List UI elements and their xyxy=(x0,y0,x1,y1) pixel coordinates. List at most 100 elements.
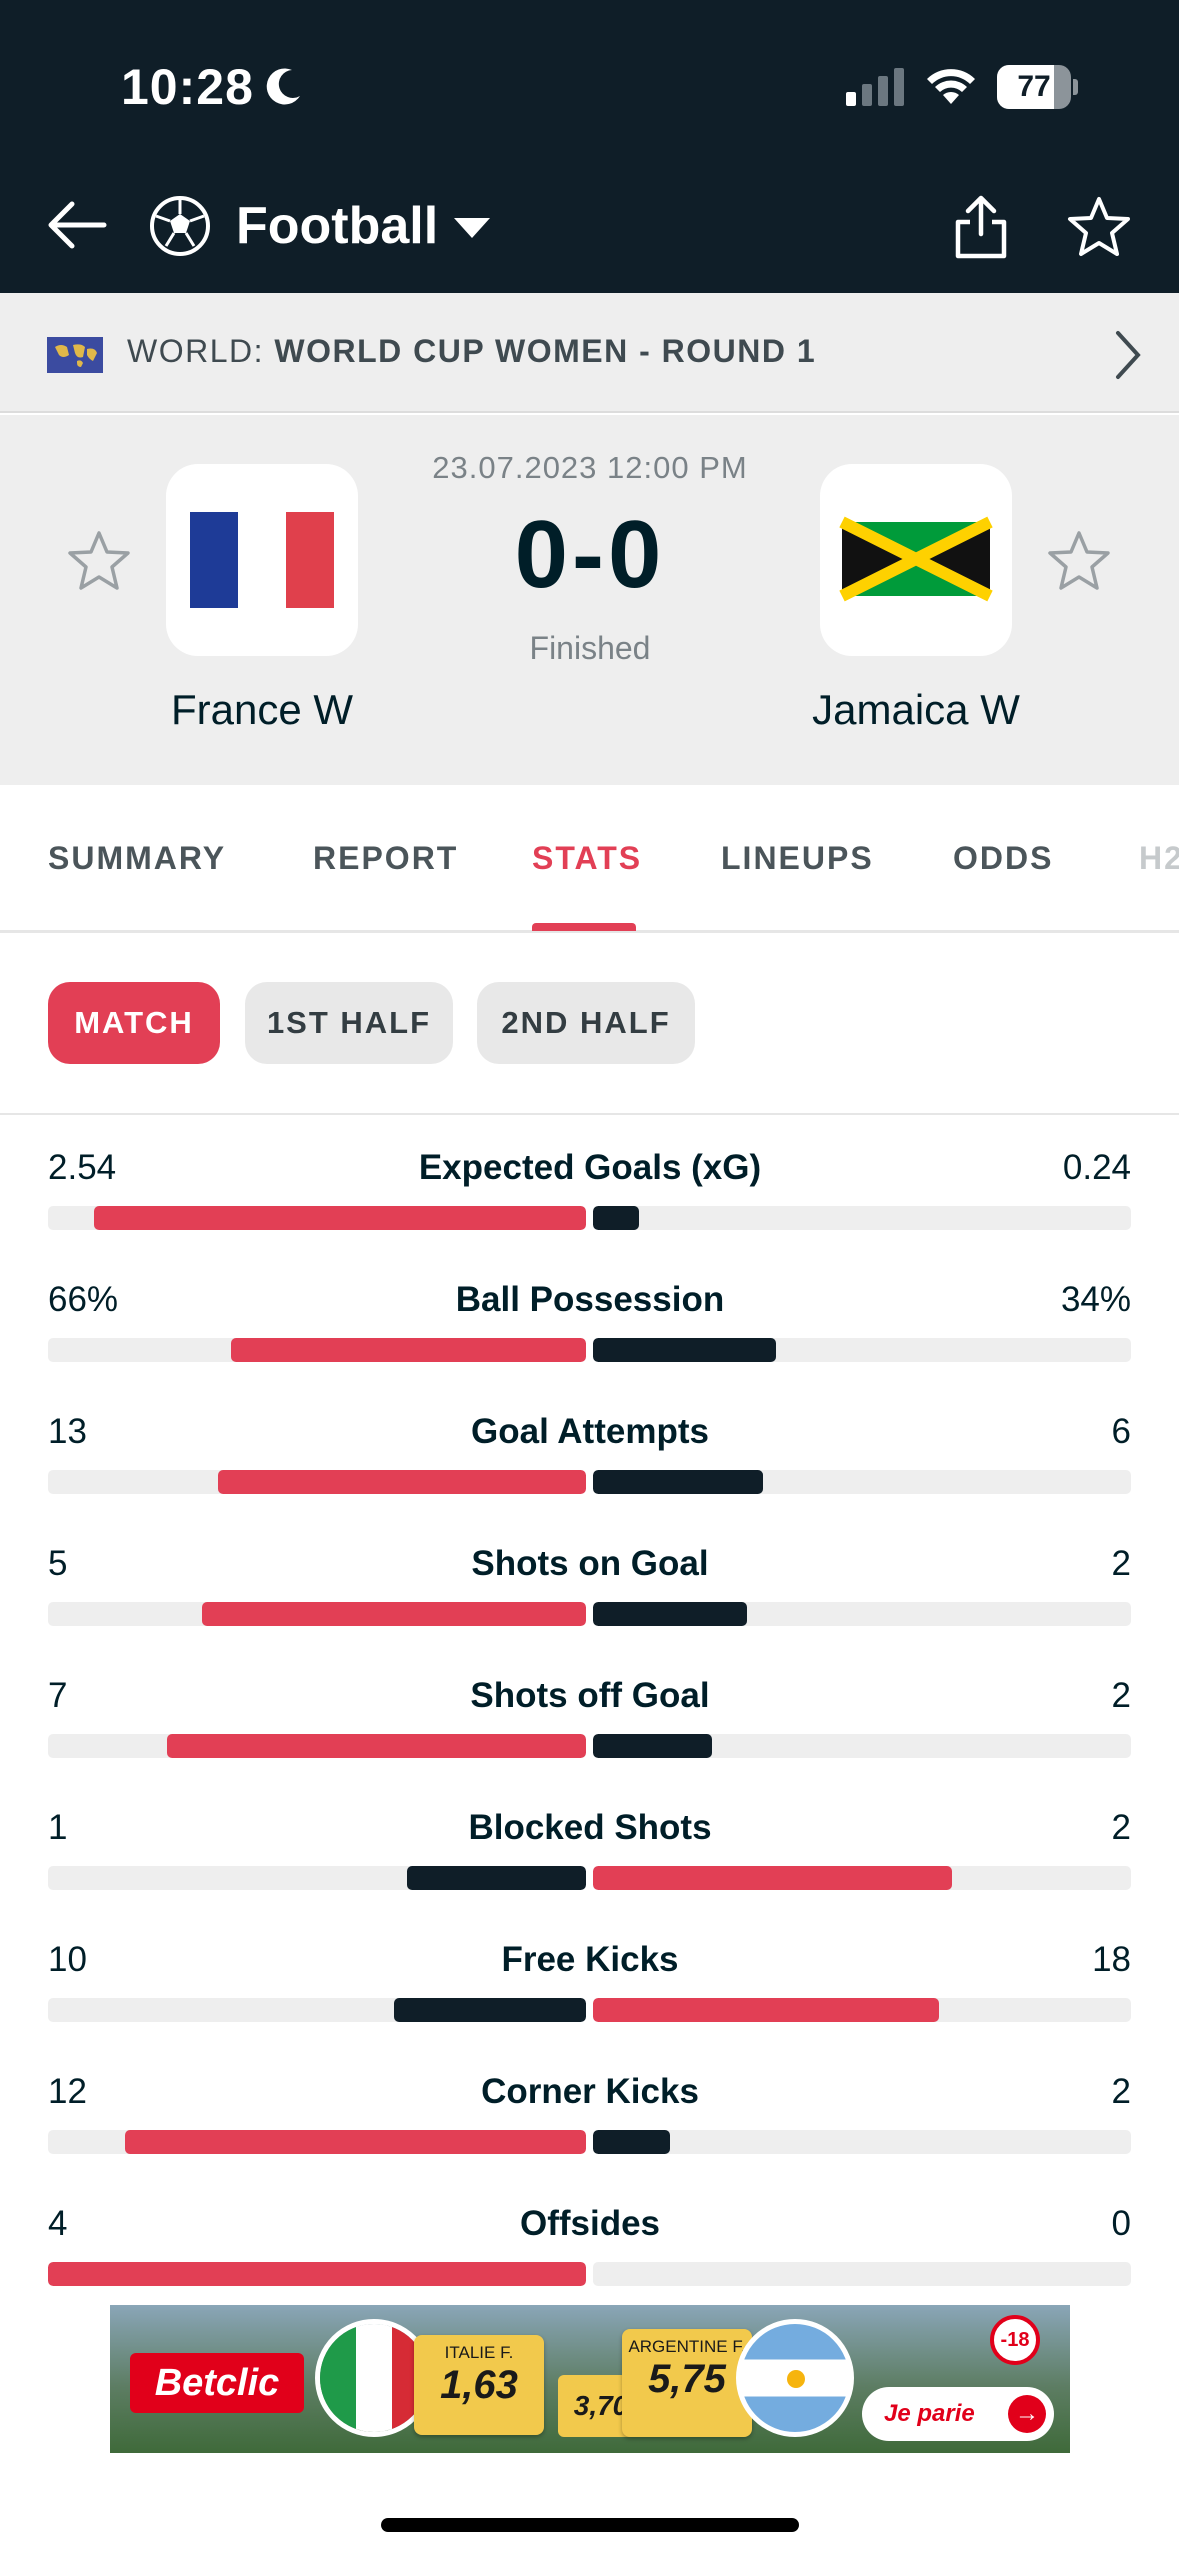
stat-home-bar-track xyxy=(48,2130,586,2154)
stat-home-value: 1 xyxy=(48,1808,68,1847)
stat-away-bar xyxy=(593,1998,939,2022)
active-tab-indicator xyxy=(532,923,636,931)
stat-home-value: 10 xyxy=(48,1940,87,1979)
chevron-down-icon[interactable] xyxy=(454,218,490,238)
match-score: 0-0 xyxy=(514,501,666,608)
ad-team1-label: ITALIE F. xyxy=(444,2343,514,2362)
away-favorite-star-icon[interactable] xyxy=(1046,528,1112,594)
stat-away-value: 2 xyxy=(1111,1808,1131,1847)
stat-away-value: 2 xyxy=(1111,1544,1131,1583)
stat-row: 66% Ball Possession 34% xyxy=(0,1280,1179,1412)
stat-away-bar-track xyxy=(593,1206,1131,1230)
stat-away-bar xyxy=(593,1866,952,1890)
stat-away-value: 0 xyxy=(1111,2204,1131,2243)
stat-away-value: 34% xyxy=(1060,1280,1131,1319)
stat-label: Offsides xyxy=(519,2204,661,2243)
ad-banner[interactable]: Betclic ITALIE F. 1,63 3,70 ARGENTINE F.… xyxy=(110,2305,1070,2453)
tab-h2h[interactable]: H2 xyxy=(1139,840,1179,877)
stat-row: 2.54 Expected Goals (xG) 0.24 xyxy=(0,1148,1179,1280)
stat-away-value: 2 xyxy=(1111,2072,1131,2111)
stat-away-value: 6 xyxy=(1111,1412,1131,1451)
away-team-logo[interactable] xyxy=(820,464,1012,656)
back-arrow-icon[interactable] xyxy=(44,192,110,258)
stat-home-bar-track xyxy=(48,2262,586,2286)
stat-row: 5 Shots on Goal 2 xyxy=(0,1544,1179,1676)
stat-row: 12 Corner Kicks 2 xyxy=(0,2072,1179,2204)
age-restriction-badge: -18 xyxy=(990,2315,1040,2365)
stat-away-bar xyxy=(593,1338,776,1362)
period-second-half-chip[interactable]: 2ND HALF xyxy=(477,982,695,1064)
stat-label: Expected Goals (xG) xyxy=(418,1148,762,1187)
league-name[interactable]: WORLD: WORLD CUP WOMEN - ROUND 1 xyxy=(127,333,816,370)
tab-odds[interactable]: ODDS xyxy=(953,840,1053,877)
match-date: 23.07.2023 12:00 PM xyxy=(432,450,748,485)
period-first-half-chip[interactable]: 1ST HALF xyxy=(245,982,453,1064)
ad-odd-team2: ARGENTINE F. 5,75 xyxy=(622,2329,752,2437)
stat-away-bar-track xyxy=(593,2130,1131,2154)
stat-home-bar-track xyxy=(48,1206,586,1230)
stat-away-bar xyxy=(593,1206,639,1230)
stat-home-bar-track xyxy=(48,1866,586,1890)
football-icon xyxy=(150,196,210,256)
tab-summary[interactable]: SUMMARY xyxy=(48,840,226,877)
stat-away-bar-track xyxy=(593,2262,1131,2286)
period-match-chip[interactable]: MATCH xyxy=(48,982,220,1064)
stat-home-value: 13 xyxy=(48,1412,87,1451)
stat-home-bar-track xyxy=(48,1998,586,2022)
ad-odd2-value: 5,75 xyxy=(648,2357,726,2401)
stat-away-bar-track xyxy=(593,1866,1131,1890)
stat-label: Ball Possession xyxy=(455,1280,725,1319)
stat-label: Blocked Shots xyxy=(468,1808,712,1847)
ad-cta-button[interactable]: Je parie → xyxy=(862,2387,1054,2441)
home-team-name[interactable]: France W xyxy=(102,686,422,734)
chevron-right-icon[interactable] xyxy=(1108,327,1148,383)
stat-away-bar-track xyxy=(593,1734,1131,1758)
battery-icon: 77 xyxy=(997,65,1078,109)
stat-away-value: 18 xyxy=(1092,1940,1131,1979)
stat-home-bar xyxy=(231,1338,586,1362)
cellular-signal-icon xyxy=(846,66,904,106)
stat-home-value: 66% xyxy=(48,1280,119,1319)
ad-odd-team1: ITALIE F. 1,63 xyxy=(414,2335,544,2435)
stat-label: Corner Kicks xyxy=(481,2072,699,2111)
moon-icon xyxy=(266,68,300,105)
match-status: Finished xyxy=(529,630,651,666)
share-icon[interactable] xyxy=(950,192,1012,262)
stat-label: Shots off Goal xyxy=(470,1676,710,1715)
stat-away-bar xyxy=(593,2130,670,2154)
stat-home-bar-track xyxy=(48,1734,586,1758)
tab-stats[interactable]: STATS xyxy=(532,840,642,877)
stat-away-bar-track xyxy=(593,1602,1131,1626)
stat-home-value: 2.54 xyxy=(48,1148,117,1187)
home-favorite-star-icon[interactable] xyxy=(66,528,132,594)
stat-away-bar xyxy=(593,1734,712,1758)
stat-home-value: 5 xyxy=(48,1544,68,1583)
stat-away-value: 2 xyxy=(1111,1676,1131,1715)
stat-home-bar xyxy=(407,1866,586,1890)
ad-odd1-value: 1,63 xyxy=(440,2363,518,2407)
away-team-name[interactable]: Jamaica W xyxy=(756,686,1076,734)
world-flag-icon xyxy=(47,337,103,373)
stat-home-bar-track xyxy=(48,1338,586,1362)
argentina-flag-icon xyxy=(736,2319,854,2437)
ad-team2-label: ARGENTINE F. xyxy=(628,2337,746,2356)
tab-lineups[interactable]: LINEUPS xyxy=(721,840,874,877)
tab-report[interactable]: REPORT xyxy=(313,840,458,877)
stat-home-value: 7 xyxy=(48,1676,68,1715)
stat-row: 13 Goal Attempts 6 xyxy=(0,1412,1179,1544)
stat-home-bar xyxy=(202,1602,586,1626)
favorite-star-icon[interactable] xyxy=(1066,194,1132,260)
stat-label: Shots on Goal xyxy=(471,1544,709,1583)
home-team-logo[interactable] xyxy=(166,464,358,656)
stat-away-bar-track xyxy=(593,1470,1131,1494)
sport-selector[interactable]: Football xyxy=(236,196,438,256)
stat-away-bar xyxy=(593,1470,763,1494)
league-title: WORLD CUP WOMEN - ROUND 1 xyxy=(274,333,817,369)
home-indicator xyxy=(381,2518,799,2532)
stat-home-bar-track xyxy=(48,1602,586,1626)
battery-percentage: 77 xyxy=(1017,70,1051,103)
ad-cta-label: Je parie xyxy=(884,2400,975,2427)
ad-brand-logo: Betclic xyxy=(130,2353,304,2413)
stat-home-bar xyxy=(167,1734,586,1758)
stat-away-bar xyxy=(593,1602,747,1626)
